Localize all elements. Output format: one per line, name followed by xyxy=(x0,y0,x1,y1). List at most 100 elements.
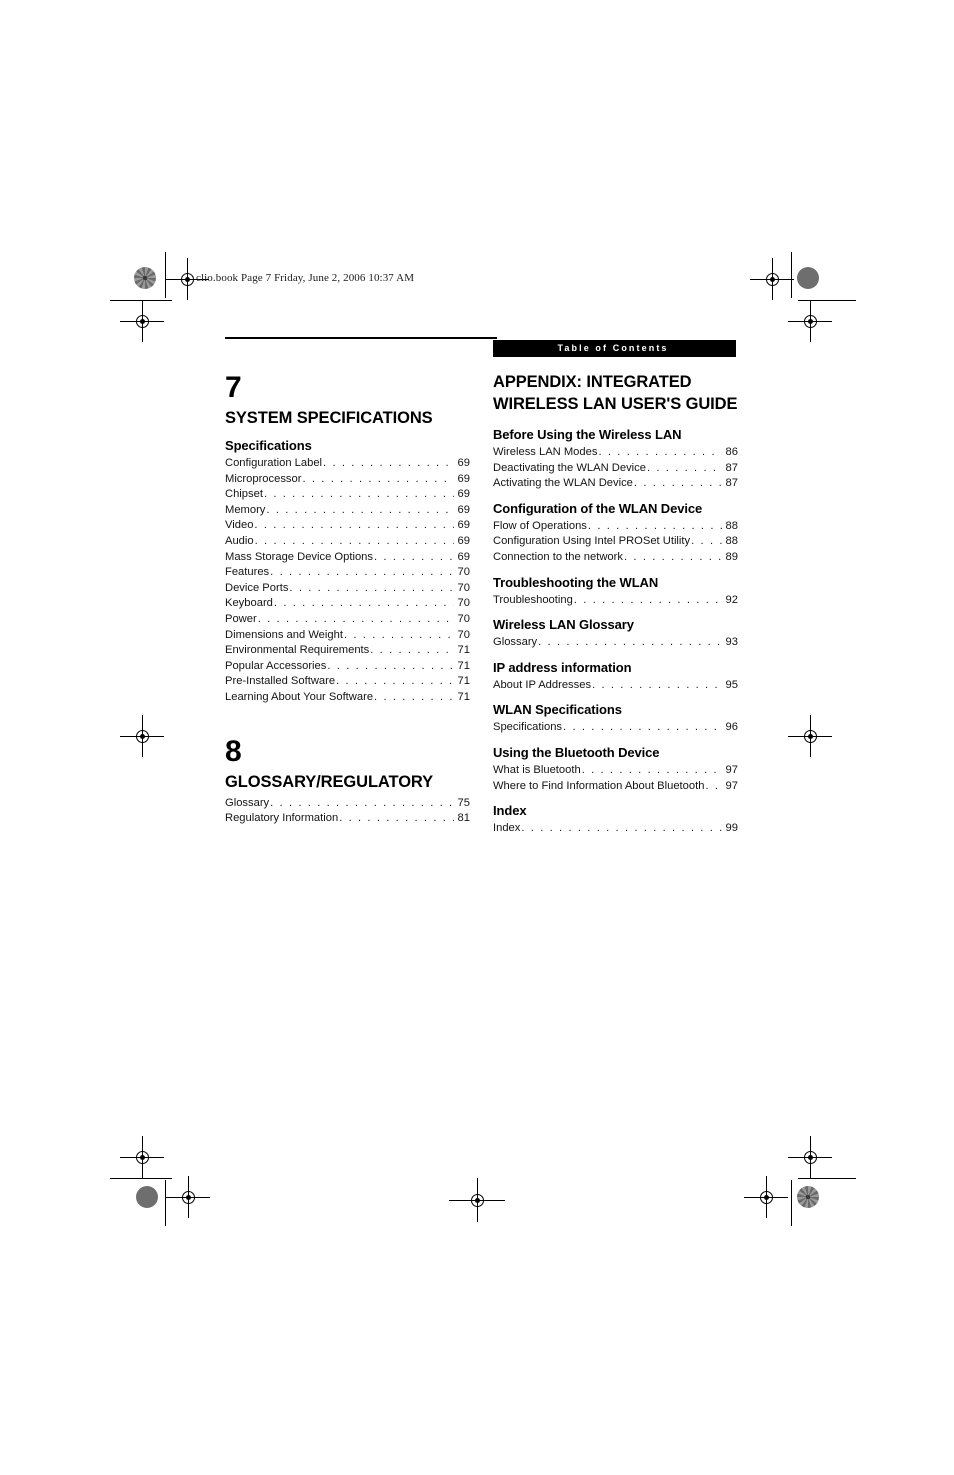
trim-line-bottom-right-vertical xyxy=(791,1180,792,1226)
toc-entry[interactable]: Keyboard . . . . . . . . . . . . . . . .… xyxy=(225,596,470,612)
leader-dots: . . . . . . . . . . . . . . . . . . . . … xyxy=(289,581,454,594)
toc-entry-label: Chipset xyxy=(225,488,263,501)
chapter-spacer xyxy=(225,706,470,736)
toc-entry[interactable]: Pre-Installed Software . . . . . . . . .… xyxy=(225,674,470,690)
toc-entry-label: Wireless LAN Modes xyxy=(493,446,598,458)
toc-entry[interactable]: Troubleshooting . . . . . . . . . . . . … xyxy=(493,593,738,609)
toc-entry[interactable]: Flow of Operations . . . . . . . . . . .… xyxy=(493,519,738,535)
toc-entry-label: Dimensions and Weight xyxy=(225,628,343,641)
toc-entry[interactable]: Popular Accessories . . . . . . . . . . … xyxy=(225,659,470,675)
leader-dots: . . . . . . . . . . . . . . . . . . . . … xyxy=(705,779,722,792)
leader-dots: . . . . . . . . . . . . . . . . . . . . … xyxy=(270,796,454,809)
toc-entry-label: What is Bluetooth xyxy=(493,763,581,776)
toc-entry[interactable]: Regulatory Information . . . . . . . . .… xyxy=(225,811,470,827)
registration-crosshair-top-right xyxy=(750,258,794,300)
toc-entry-label: Memory xyxy=(225,503,266,516)
registration-crosshair-right-upper xyxy=(788,300,832,342)
leader-dots: . . . . . . . . . . . . . . . . . . . . … xyxy=(633,477,722,490)
toc-entry-page: 71 xyxy=(457,675,470,688)
toc-entry-page: 69 xyxy=(457,534,470,547)
leader-dots: . . . . . . . . . . . . . . . . . . . . … xyxy=(336,675,454,688)
toc-entry[interactable]: Specifications . . . . . . . . . . . . .… xyxy=(493,720,738,736)
toc-entry[interactable]: Chipset . . . . . . . . . . . . . . . . … xyxy=(225,487,470,503)
trim-line-left-horizontal-lower xyxy=(110,1178,172,1179)
document-page: clio.book Page 7 Friday, June 2, 2006 10… xyxy=(0,0,954,1475)
section-heading-troubleshooting-the-wlan: Troubleshooting the WLAN xyxy=(493,574,659,590)
toc-entry[interactable]: Glossary . . . . . . . . . . . . . . . .… xyxy=(493,635,738,651)
toc-entry[interactable]: Environmental Requirements . . . . . . .… xyxy=(225,643,470,659)
toc-entry[interactable]: Dimensions and Weight . . . . . . . . . … xyxy=(225,628,470,644)
toc-entry[interactable]: Video . . . . . . . . . . . . . . . . . … xyxy=(225,518,470,534)
registration-crosshair-bottom-left-upper xyxy=(120,1136,164,1178)
chapter-number-7: 7 xyxy=(225,371,242,404)
toc-entry-page: 70 xyxy=(457,597,470,610)
toc-entry-label: Activating the WLAN Device xyxy=(493,477,633,490)
toc-entry[interactable]: Audio . . . . . . . . . . . . . . . . . … xyxy=(225,534,470,550)
toc-entry[interactable]: Power . . . . . . . . . . . . . . . . . … xyxy=(225,612,470,628)
toc-entry[interactable]: Index . . . . . . . . . . . . . . . . . … xyxy=(493,821,738,837)
toc-entry[interactable]: Features . . . . . . . . . . . . . . . .… xyxy=(225,565,470,581)
leader-dots: . . . . . . . . . . . . . . . . . . . . … xyxy=(270,566,454,579)
toc-entry-label: Learning About Your Software xyxy=(225,690,374,703)
document-file-header: clio.book Page 7 Friday, June 2, 2006 10… xyxy=(196,272,415,284)
registration-crosshair-bottom-center xyxy=(449,1178,505,1222)
toc-entry[interactable]: Configuration Label . . . . . . . . . . … xyxy=(225,456,470,472)
leader-dots: . . . . . . . . . . . . . . . . . . . . … xyxy=(273,597,454,610)
toc-entry-label: Popular Accessories xyxy=(225,659,327,672)
toc-entry[interactable]: About IP Addresses . . . . . . . . . . .… xyxy=(493,678,738,694)
chapter-block-7: 7 SYSTEM SPECIFICATIONS Specifications C… xyxy=(225,372,470,706)
toc-entry[interactable]: Where to Find Information About Bluetoot… xyxy=(493,779,738,795)
section-heading-using-the-bluetooth-device: Using the Bluetooth Device xyxy=(493,744,660,760)
toc-entry-label: Microprocessor xyxy=(225,472,302,485)
toc-entry[interactable]: Memory . . . . . . . . . . . . . . . . .… xyxy=(225,503,470,519)
toc-entry-page: 69 xyxy=(457,503,470,516)
toc-entry-page: 69 xyxy=(457,519,470,532)
toc-entry-label: Pre-Installed Software xyxy=(225,675,336,688)
toc-entry-page: 70 xyxy=(457,581,470,594)
registration-crosshair-bottom-right-lower xyxy=(744,1176,788,1218)
appendix-title: APPENDIX: INTEGRATED WIRELESS LAN USER'S… xyxy=(493,373,738,413)
toc-entry-label: Troubleshooting xyxy=(493,593,573,606)
toc-entry-page: 96 xyxy=(725,721,738,734)
registration-crosshair-middle-right xyxy=(788,715,832,757)
toc-entry-page: 97 xyxy=(725,779,738,792)
trim-line-right-horizontal-lower xyxy=(798,1178,856,1179)
toc-entry[interactable]: Activating the WLAN Device . . . . . . .… xyxy=(493,476,738,492)
toc-entry-page: 69 xyxy=(457,472,470,485)
leader-dots: . . . . . . . . . . . . . . . . . . . . … xyxy=(691,535,722,548)
toc-entry[interactable]: Deactivating the WLAN Device . . . . . .… xyxy=(493,461,738,477)
toc-entry[interactable]: Mass Storage Device Options . . . . . . … xyxy=(225,550,470,566)
toc-entry[interactable]: Glossary . . . . . . . . . . . . . . . .… xyxy=(225,796,470,812)
toc-left-column: 7 SYSTEM SPECIFICATIONS Specifications C… xyxy=(225,372,470,827)
toc-entry-page: 92 xyxy=(725,593,738,606)
section-heading-configuration-of-the-wlan-device: Configuration of the WLAN Device xyxy=(493,500,703,516)
leader-dots: . . . . . . . . . . . . . . . . . . . . … xyxy=(254,519,454,532)
registration-dot-top-right xyxy=(797,267,819,289)
toc-entry[interactable]: What is Bluetooth . . . . . . . . . . . … xyxy=(493,763,738,779)
leader-dots: . . . . . . . . . . . . . . . . . . . . … xyxy=(263,488,454,501)
leader-dots: . . . . . . . . . . . . . . . . . . . . … xyxy=(343,628,454,641)
toc-entry-label: Connection to the network xyxy=(493,550,623,563)
toc-entry[interactable]: Connection to the network . . . . . . . … xyxy=(493,550,738,566)
toc-entry[interactable]: Wireless LAN Modes . . . . . . . . . . .… xyxy=(493,445,738,461)
toc-entry-page: 86 xyxy=(725,446,738,458)
toc-entry[interactable]: Learning About Your Software . . . . . .… xyxy=(225,690,470,706)
toc-entry[interactable]: Configuration Using Intel PROSet Utility… xyxy=(493,534,738,550)
toc-entry-label: Configuration Using Intel PROSet Utility xyxy=(493,535,691,548)
toc-entry-page: 88 xyxy=(725,519,738,532)
toc-entry[interactable]: Device Ports . . . . . . . . . . . . . .… xyxy=(225,581,470,597)
toc-entry-label: Environmental Requirements xyxy=(225,644,370,657)
toc-entry[interactable]: Microprocessor . . . . . . . . . . . . .… xyxy=(225,472,470,488)
toc-entry-label: About IP Addresses xyxy=(493,678,592,691)
toc-entry-page: 69 xyxy=(457,488,470,501)
registration-dot-bottom-right xyxy=(797,1186,819,1208)
section-heading-before-using-the-wireless-lan: Before Using the Wireless LAN xyxy=(493,427,682,442)
registration-dot-bottom-left xyxy=(136,1186,158,1208)
toc-entry-page: 71 xyxy=(457,644,470,657)
toc-entry-label: Features xyxy=(225,566,270,579)
toc-entry-label: Glossary xyxy=(493,636,538,649)
leader-dots: . . . . . . . . . . . . . . . . . . . . … xyxy=(623,550,722,563)
toc-entry-page: 71 xyxy=(457,659,470,672)
toc-entry-label: Specifications xyxy=(493,721,563,734)
toc-entry-page: 95 xyxy=(725,678,738,691)
